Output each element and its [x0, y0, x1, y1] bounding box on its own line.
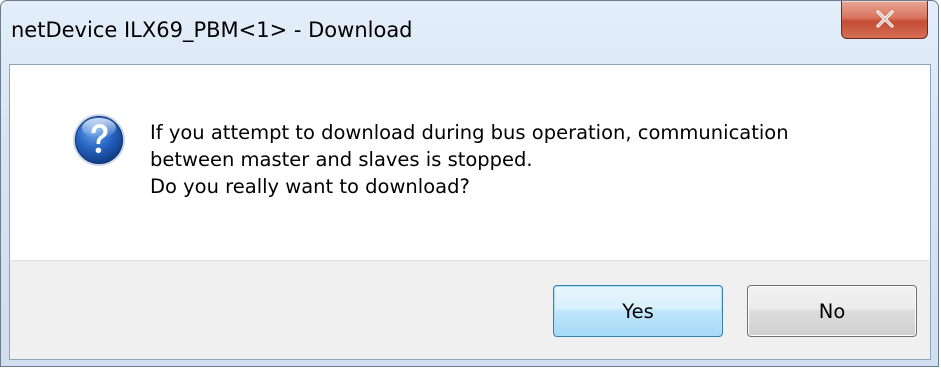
no-button[interactable]: No — [747, 285, 917, 337]
close-icon — [876, 10, 894, 28]
yes-button[interactable]: Yes — [553, 285, 723, 337]
message-line: If you attempt to download during bus op… — [150, 121, 789, 144]
message-area: If you attempt to download during bus op… — [9, 64, 931, 260]
window-title: netDevice ILX69_PBM<1> - Download — [11, 18, 413, 42]
title-bar[interactable]: netDevice ILX69_PBM<1> - Download — [1, 1, 938, 64]
message-line: between master and slaves is stopped. — [150, 148, 533, 171]
download-dialog: netDevice ILX69_PBM<1> - Download If you… — [0, 0, 939, 367]
dialog-message: If you attempt to download during bus op… — [150, 119, 789, 200]
question-icon — [73, 114, 125, 166]
message-line: Do you really want to download? — [150, 175, 470, 198]
button-bar: Yes No — [9, 260, 931, 360]
close-button[interactable] — [841, 1, 928, 39]
